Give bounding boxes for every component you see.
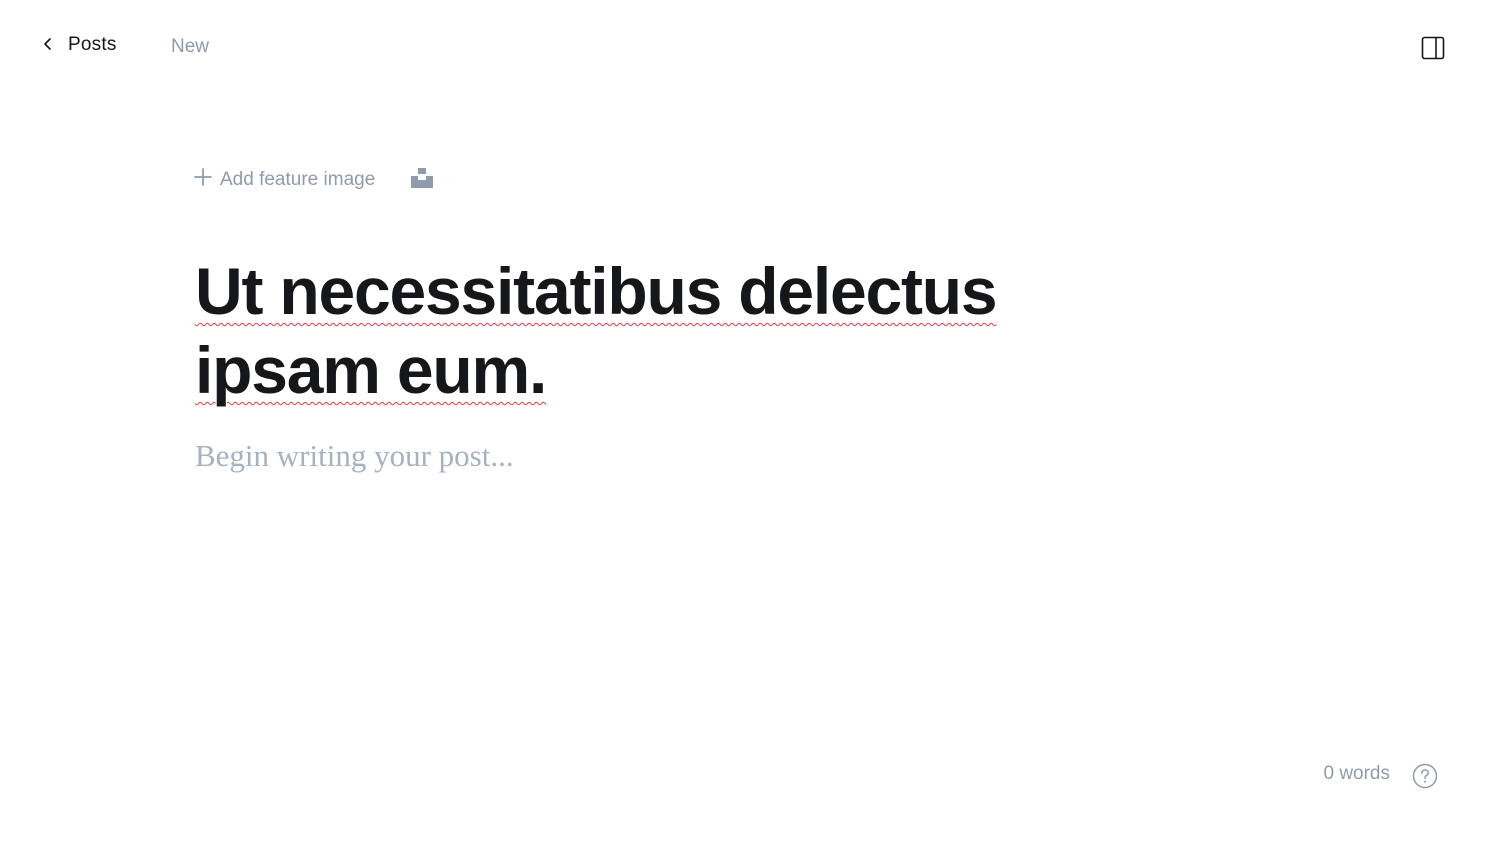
add-feature-image-button[interactable]: Add feature image (194, 168, 375, 192)
unsplash-button[interactable] (411, 167, 434, 193)
back-link-label: Posts (68, 34, 117, 55)
plus-icon (194, 168, 212, 192)
question-circle-icon (1412, 763, 1438, 793)
sidebar-toggle-button[interactable] (1421, 36, 1445, 65)
feature-image-row: Add feature image (194, 167, 434, 193)
editor-header: Posts New (0, 0, 1500, 98)
post-status: New (171, 36, 210, 57)
word-count: 0 words (1323, 763, 1390, 784)
add-feature-image-label: Add feature image (220, 169, 376, 190)
back-to-posts-link[interactable]: Posts (42, 34, 117, 56)
sidebar-panel-icon (1421, 36, 1445, 65)
post-body-editor[interactable]: Begin writing your post... (195, 438, 1195, 474)
editor-page: Posts New Add feature image Ut necessita… (0, 0, 1500, 846)
unsplash-icon (411, 167, 434, 193)
help-button[interactable] (1412, 763, 1438, 789)
post-title-input[interactable]: Ut necessitatibus delectus ipsam eum. (195, 252, 1195, 410)
chevron-left-icon (42, 34, 54, 56)
